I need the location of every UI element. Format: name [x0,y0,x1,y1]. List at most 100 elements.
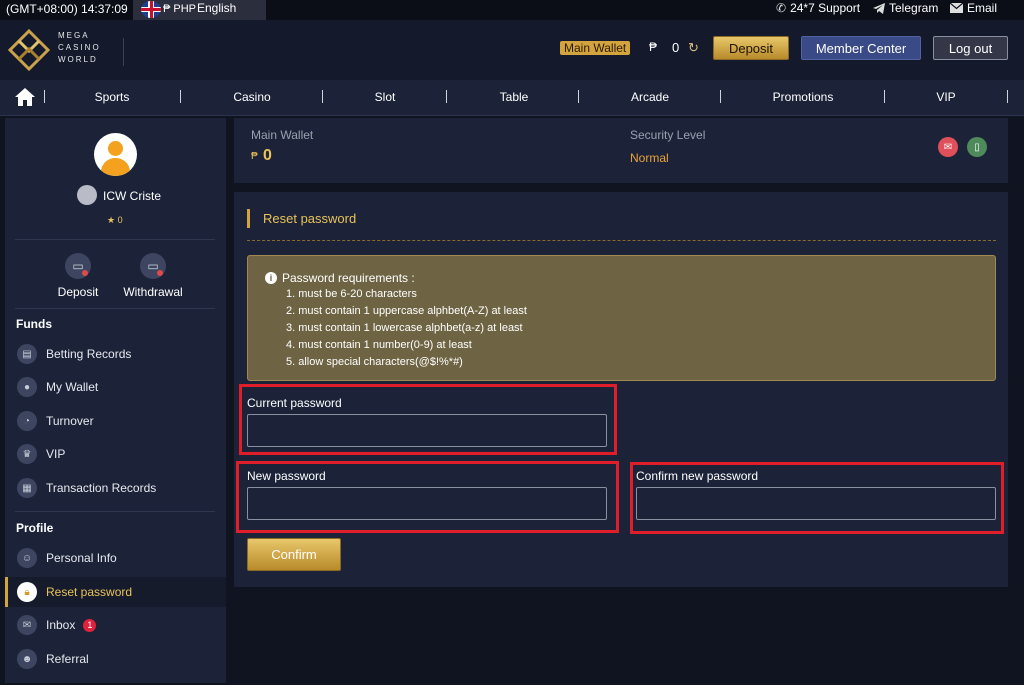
info-icon: i [265,272,277,284]
transaction-records-icon: ▦ [17,478,37,498]
main-wallet-currency: ₱ [251,151,258,162]
security-level-value: Normal [630,151,669,165]
sidebar-item-label: Transaction Records [46,481,157,495]
star-points: ★ 0 [107,215,123,225]
sidebar-item-transaction-records[interactable]: ▦ Transaction Records [5,473,226,503]
current-password-input[interactable] [247,414,607,447]
quick-deposit-label: Deposit [57,285,99,299]
nav-separator [578,90,579,103]
requirement-item: 4. must contain 1 number(0-9) at least [286,339,472,351]
logo-text-casino: CASINO [58,43,101,52]
requirements-title: Password requirements : [282,271,415,285]
security-level-label: Security Level [630,128,706,142]
username: ICW Criste [103,189,161,203]
top-bar: (GMT+08:00) 14:37:09 ₱ PHP English ✆ 24*… [0,0,1024,20]
nav-table[interactable]: Table [474,90,554,104]
deposit-button[interactable]: Deposit [713,36,789,60]
support-link[interactable]: ✆ 24*7 Support [776,1,860,15]
sidebar-divider [15,511,215,512]
quick-withdrawal-label: Withdrawal [123,285,183,299]
main-wallet-badge[interactable]: Main Wallet [560,41,631,55]
title-divider [247,240,996,241]
vip-crown-icon: ♛ [17,444,37,464]
sidebar-item-reset-password[interactable]: 🔒︎ Reset password [5,577,226,607]
sidebar-item-personal-info[interactable]: ☺ Personal Info [5,543,226,573]
currency-language-selector[interactable]: ₱ PHP English [133,0,266,20]
sidebar-item-vip[interactable]: ♛ VIP [5,439,226,469]
sidebar-item-turnover[interactable]: ◔ Turnover [5,406,226,436]
wallet-icon: ● [17,377,37,397]
lock-icon: 🔒︎ [17,582,37,602]
nav-vip[interactable]: VIP [906,90,986,104]
logo-divider [123,38,124,66]
inbox-icon: ✉ [17,615,37,635]
current-password-label: Current password [247,396,342,410]
referral-icon: ☻ [17,649,37,669]
currency-label: ₱ PHP [163,3,197,15]
member-center-button[interactable]: Member Center [801,36,921,60]
telegram-label: Telegram [889,1,939,15]
deposit-card-icon: ▭ [65,253,91,279]
confirm-password-input[interactable] [636,487,996,520]
profile-section-title: Profile [16,521,54,535]
nav-separator [322,90,323,103]
nav-separator [720,90,721,103]
personal-info-icon: ☺ [17,548,37,568]
new-password-input[interactable] [247,487,607,520]
requirement-item: 5. allow special characters(@$!%*#) [286,356,463,368]
nav-casino[interactable]: Casino [212,90,292,104]
sidebar-item-label: Reset password [46,585,133,599]
requirement-item: 2. must contain 1 uppercase alphbet(A-Z)… [286,305,527,317]
nav-separator [884,90,885,103]
sidebar-divider [15,308,215,309]
sidebar-item-my-wallet[interactable]: ● My Wallet [5,372,226,402]
email-label: Email [967,1,998,15]
withdrawal-card-icon: ▭ [140,253,166,279]
email-link[interactable]: Email [950,1,997,15]
sidebar-divider [15,239,215,240]
new-password-label: New password [247,469,326,483]
phone-verify-icon[interactable]: ▯ [967,137,987,157]
nav-promotions[interactable]: Promotions [758,90,848,104]
requirements-header: i Password requirements : [265,271,415,285]
vip-badge-icon [77,185,97,205]
clock-text: (GMT+08:00) 14:37:09 [6,2,128,16]
main-wallet-label: Main Wallet [251,128,314,142]
quick-deposit-button[interactable]: ▭ Deposit [48,253,108,299]
logo-text-world: WORLD [58,55,98,64]
email-verify-icon[interactable]: ✉ [938,137,958,157]
confirm-button[interactable]: Confirm [247,538,341,571]
wallet-summary-panel: Main Wallet ₱ 0 Security Level Normal ✉ … [234,118,1008,183]
logout-button[interactable]: Log out [933,36,1008,60]
nav-slot[interactable]: Slot [345,90,425,104]
mega-casino-world-logo-icon[interactable] [8,29,50,71]
sidebar-item-inbox[interactable]: ✉ Inbox 1 [5,610,226,640]
title-accent-bar [247,209,250,228]
sidebar-item-betting-records[interactable]: ▤ Betting Records [5,339,226,369]
support-label: 24*7 Support [790,1,861,15]
language-label: English [197,1,237,15]
nav-sports[interactable]: Sports [72,90,152,104]
avatar[interactable] [94,133,137,176]
nav-separator [446,90,447,103]
nav-separator [180,90,181,103]
nav-arcade[interactable]: Arcade [610,90,690,104]
inbox-count-badge: 1 [83,618,97,632]
sidebar-item-label: Inbox [46,618,76,632]
nav-separator [44,90,45,103]
home-icon[interactable] [14,87,36,107]
header: MEGA CASINO WORLD Main Wallet ₱ 0 ↻ Depo… [0,20,1024,80]
sidebar-item-label: My Wallet [46,380,99,394]
currency-symbol: ₱ [649,40,658,54]
turnover-icon: ◔ [17,411,37,431]
reset-password-panel: Reset password i Password requirements :… [234,192,1008,587]
telegram-link[interactable]: Telegram [873,1,938,15]
refresh-balance-icon[interactable]: ↻ [688,40,699,56]
nav-separator [1007,90,1008,103]
page-title: Reset password [263,211,357,226]
uk-flag-icon [141,1,161,18]
quick-withdrawal-button[interactable]: ▭ Withdrawal [123,253,183,299]
sidebar-item-referral[interactable]: ☻ Referral [5,644,226,674]
requirement-item: 1. must be 6-20 characters [286,288,417,300]
sidebar: ICW Criste ★ 0 ▭ Deposit ▭ Withdrawal Fu… [5,118,226,683]
